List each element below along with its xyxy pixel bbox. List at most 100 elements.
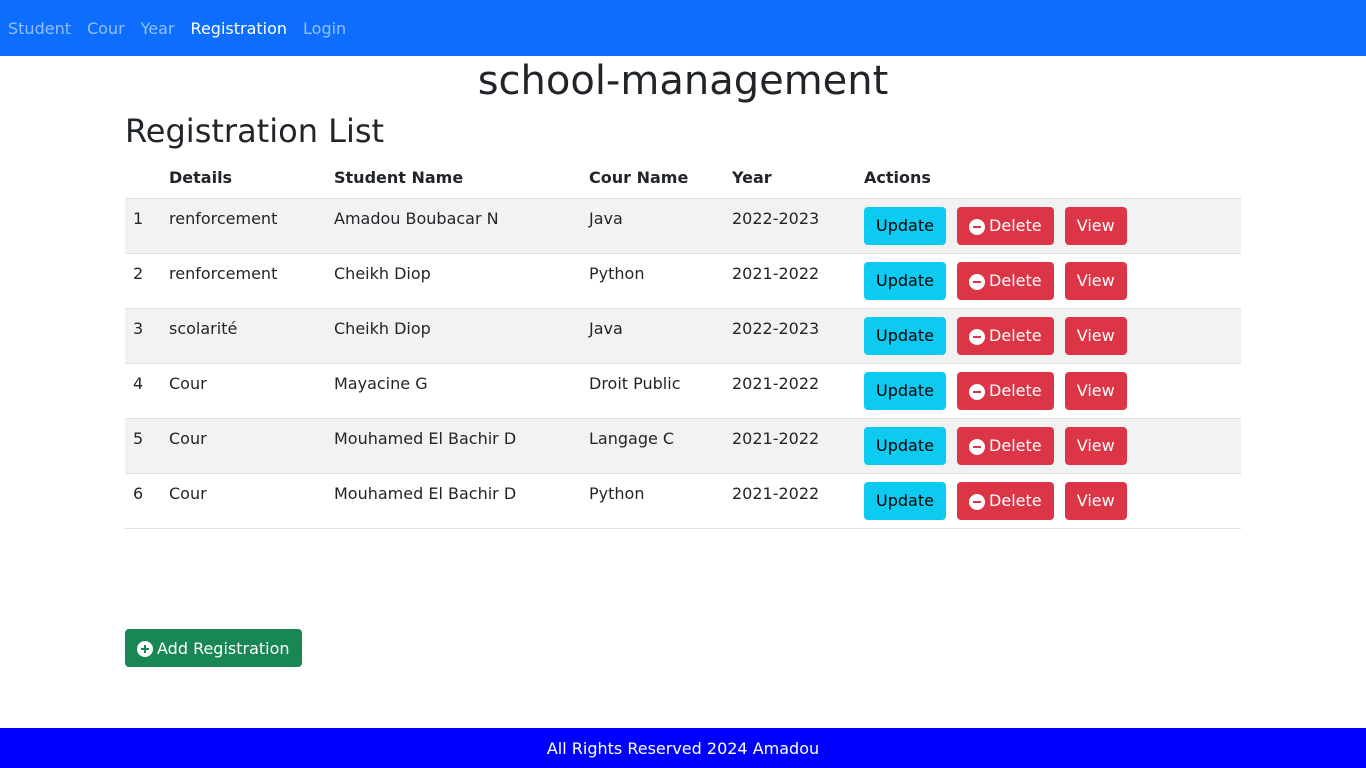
row-number: 2	[125, 253, 161, 309]
header-details: Details	[161, 158, 326, 199]
header-number	[125, 158, 161, 199]
view-button[interactable]: View	[1064, 426, 1127, 465]
row-number: 1	[125, 198, 161, 254]
minus-circle-icon	[969, 493, 986, 510]
update-label: Update	[876, 381, 934, 400]
update-label: Update	[876, 271, 934, 290]
delete-label: Delete	[989, 491, 1042, 510]
nav-link-year[interactable]: Year	[141, 19, 175, 38]
table-header-row: Details Student Name Cour Name Year Acti…	[125, 158, 1241, 199]
update-label: Update	[876, 436, 934, 455]
table-row: 3 scolarité Cheikh Diop Java 2022-2023 U…	[125, 308, 1241, 364]
row-year: 2021-2022	[724, 473, 856, 529]
row-number: 3	[125, 308, 161, 364]
plus-circle-icon	[137, 641, 153, 657]
delete-button[interactable]: Delete	[957, 261, 1054, 300]
row-student-name: Mouhamed El Bachir D	[326, 418, 581, 474]
table-row: 5 Cour Mouhamed El Bachir D Langage C 20…	[125, 418, 1241, 474]
row-details: renforcement	[161, 198, 326, 254]
row-actions: Update Delete View	[856, 253, 1241, 309]
delete-label: Delete	[989, 381, 1042, 400]
row-year: 2021-2022	[724, 253, 856, 309]
view-label: View	[1076, 271, 1115, 290]
delete-label: Delete	[989, 436, 1042, 455]
header-cour-name: Cour Name	[581, 158, 724, 199]
row-year: 2022-2023	[724, 198, 856, 254]
row-cour-name: Python	[581, 253, 724, 309]
row-details: scolarité	[161, 308, 326, 364]
row-student-name: Mouhamed El Bachir D	[326, 473, 581, 529]
row-year: 2021-2022	[724, 363, 856, 419]
row-cour-name: Langage C	[581, 418, 724, 474]
row-student-name: Amadou Boubacar N	[326, 198, 581, 254]
header-student-name: Student Name	[326, 158, 581, 199]
view-label: View	[1076, 216, 1115, 235]
delete-button[interactable]: Delete	[957, 316, 1054, 355]
update-label: Update	[876, 216, 934, 235]
row-details: Cour	[161, 363, 326, 419]
row-actions: Update Delete View	[856, 308, 1241, 364]
row-actions: Update Delete View	[856, 473, 1241, 529]
row-details: Cour	[161, 473, 326, 529]
row-year: 2022-2023	[724, 308, 856, 364]
view-button[interactable]: View	[1064, 371, 1127, 410]
delete-label: Delete	[989, 216, 1042, 235]
view-button[interactable]: View	[1064, 316, 1127, 355]
minus-circle-icon	[969, 438, 986, 455]
row-student-name: Cheikh Diop	[326, 253, 581, 309]
minus-circle-icon	[969, 383, 986, 400]
minus-circle-icon	[969, 328, 986, 345]
nav-link-cour[interactable]: Cour	[87, 19, 125, 38]
update-button[interactable]: Update	[864, 261, 946, 300]
minus-circle-icon	[969, 218, 986, 235]
registration-table-container: Details Student Name Cour Name Year Acti…	[125, 158, 1241, 529]
update-button[interactable]: Update	[864, 481, 946, 520]
delete-label: Delete	[989, 271, 1042, 290]
footer: All Rights Reserved 2024 Amadou	[0, 728, 1366, 768]
minus-circle-icon	[969, 273, 986, 290]
row-actions: Update Delete View	[856, 363, 1241, 419]
table-row: 4 Cour Mayacine G Droit Public 2021-2022…	[125, 363, 1241, 419]
row-number: 6	[125, 473, 161, 529]
update-button[interactable]: Update	[864, 206, 946, 245]
app-title: school-management	[477, 58, 889, 104]
row-actions: Update Delete View	[856, 418, 1241, 474]
registration-table: Details Student Name Cour Name Year Acti…	[125, 158, 1241, 529]
update-label: Update	[876, 491, 934, 510]
nav-link-login[interactable]: Login	[303, 19, 346, 38]
update-button[interactable]: Update	[864, 316, 946, 355]
footer-text: All Rights Reserved 2024 Amadou	[546, 738, 820, 758]
delete-button[interactable]: Delete	[957, 371, 1054, 410]
delete-label: Delete	[989, 326, 1042, 345]
row-details: renforcement	[161, 253, 326, 309]
view-button[interactable]: View	[1064, 261, 1127, 300]
delete-button[interactable]: Delete	[957, 206, 1054, 245]
row-student-name: Mayacine G	[326, 363, 581, 419]
delete-button[interactable]: Delete	[957, 426, 1054, 465]
row-actions: Update Delete View	[856, 198, 1241, 254]
row-year: 2021-2022	[724, 418, 856, 474]
update-button[interactable]: Update	[864, 371, 946, 410]
navbar: Student Cour Year Registration Login	[0, 0, 1366, 56]
view-button[interactable]: View	[1064, 206, 1127, 245]
update-button[interactable]: Update	[864, 426, 946, 465]
row-number: 4	[125, 363, 161, 419]
add-registration-label: Add Registration	[157, 638, 290, 658]
page-title: Registration List	[125, 112, 385, 150]
view-button[interactable]: View	[1064, 481, 1127, 520]
row-cour-name: Java	[581, 308, 724, 364]
nav-link-registration[interactable]: Registration	[191, 19, 287, 38]
header-actions: Actions	[856, 158, 1241, 199]
delete-button[interactable]: Delete	[957, 481, 1054, 520]
table-row: 6 Cour Mouhamed El Bachir D Python 2021-…	[125, 473, 1241, 529]
view-label: View	[1076, 381, 1115, 400]
row-number: 5	[125, 418, 161, 474]
view-label: View	[1076, 491, 1115, 510]
row-details: Cour	[161, 418, 326, 474]
table-row: 2 renforcement Cheikh Diop Python 2021-2…	[125, 253, 1241, 309]
view-label: View	[1076, 436, 1115, 455]
nav-link-student[interactable]: Student	[8, 19, 71, 38]
header-year: Year	[724, 158, 856, 199]
add-registration-button[interactable]: Add Registration	[125, 629, 302, 667]
view-label: View	[1076, 326, 1115, 345]
